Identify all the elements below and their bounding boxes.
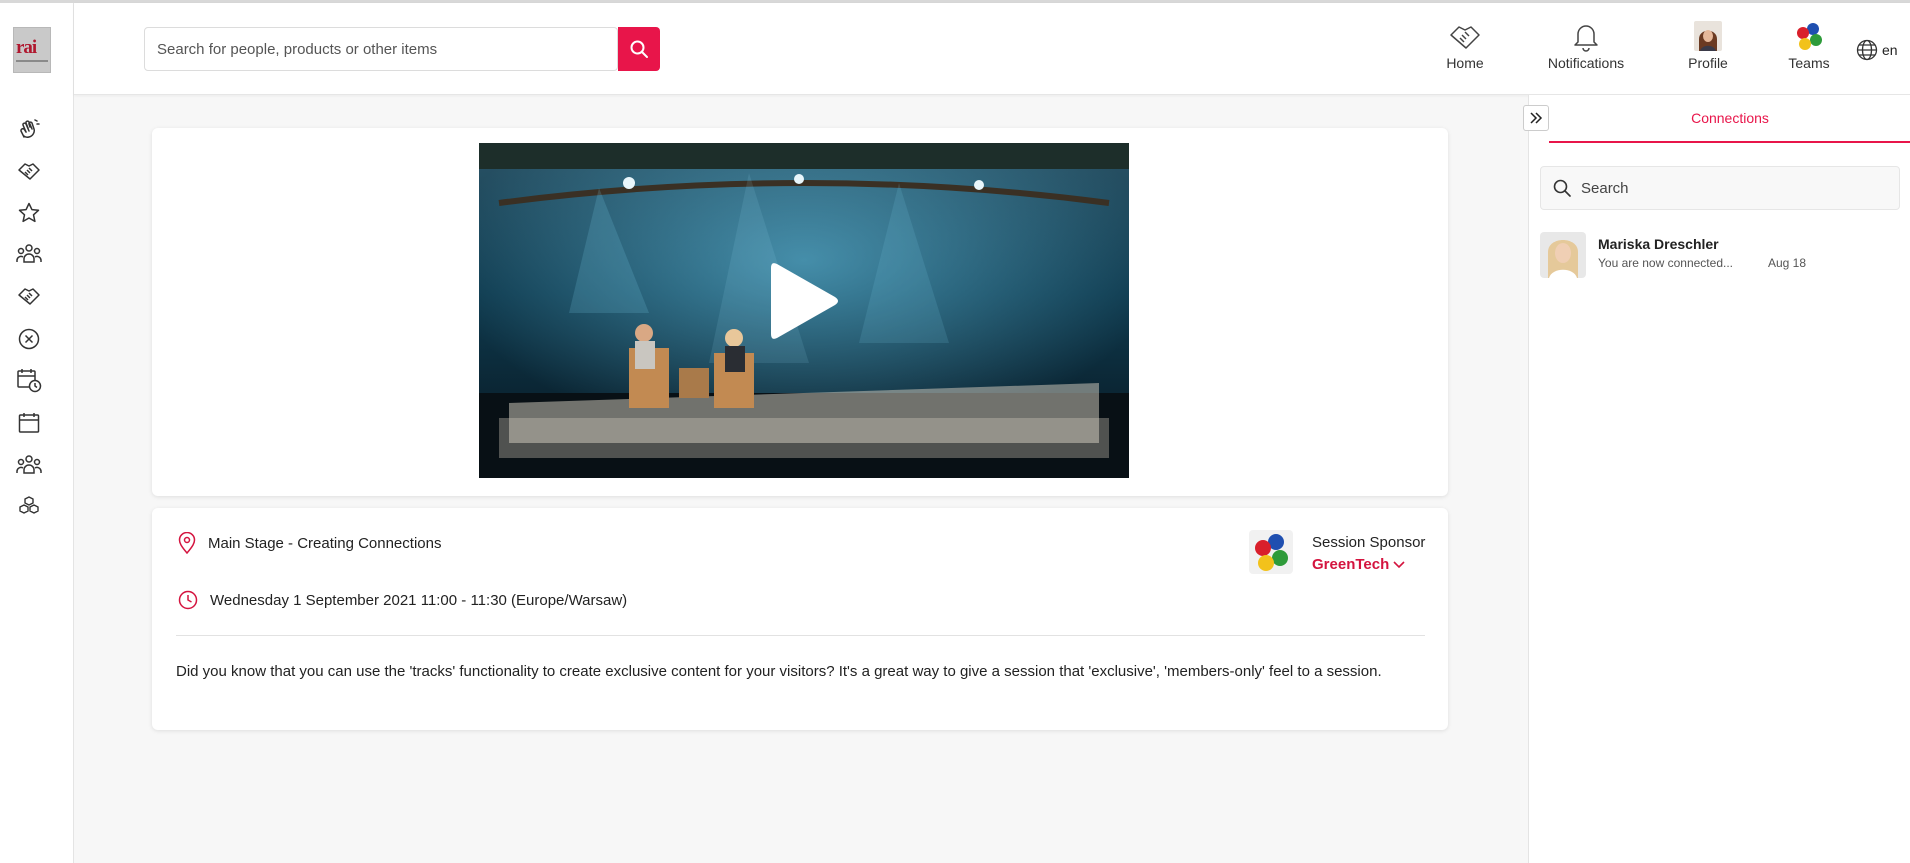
- session-info-card: Main Stage - Creating Connections Wednes…: [152, 508, 1448, 730]
- nav-notifications-label: Notifications: [1547, 55, 1625, 71]
- bell-icon: [1571, 19, 1601, 53]
- divider: [176, 635, 1425, 636]
- people-icon[interactable]: [16, 241, 42, 267]
- connections-search-box: [1540, 166, 1900, 210]
- avatar: [1694, 19, 1722, 53]
- top-header: Home Notifications Profile: [74, 3, 1910, 95]
- app-logo[interactable]: rai: [13, 27, 51, 73]
- tab-connections[interactable]: Connections: [1549, 95, 1910, 143]
- handshake-icon[interactable]: [16, 158, 42, 184]
- connection-date: Aug 18: [1768, 256, 1807, 270]
- session-description: Did you know that you can use the 'track…: [176, 663, 1382, 680]
- double-chevron-right-icon: [1530, 112, 1543, 124]
- datetime-text: Wednesday 1 September 2021 11:00 - 11:30…: [210, 591, 628, 609]
- nav-teams-label: Teams: [1788, 55, 1830, 71]
- collapse-panel-button[interactable]: [1523, 105, 1549, 131]
- handshake-icon[interactable]: [16, 283, 42, 309]
- nav-home[interactable]: Home: [1439, 19, 1491, 79]
- search-button[interactable]: [618, 27, 660, 71]
- sponsor-logo[interactable]: [1249, 530, 1293, 574]
- nav-profile[interactable]: Profile: [1683, 19, 1733, 79]
- handshake-icon: [1448, 19, 1482, 53]
- logo-text: rai: [16, 37, 37, 58]
- hand-wave-icon[interactable]: [16, 116, 42, 142]
- global-search-input[interactable]: [145, 40, 617, 58]
- nav-profile-label: Profile: [1688, 55, 1728, 71]
- search-icon: [630, 40, 648, 58]
- session-location: Main Stage - Creating Connections: [178, 532, 441, 554]
- nav-teams[interactable]: Teams: [1784, 19, 1834, 79]
- connection-message: You are now connected...: [1598, 256, 1733, 270]
- cancel-icon[interactable]: [16, 326, 42, 352]
- sponsor-name-link[interactable]: GreenTech: [1312, 556, 1405, 573]
- location-text: Main Stage - Creating Connections: [208, 534, 442, 552]
- cubes-icon[interactable]: [16, 494, 42, 520]
- session-video[interactable]: [479, 143, 1129, 478]
- sponsor-name: GreenTech: [1312, 556, 1390, 573]
- play-icon[interactable]: [767, 258, 841, 344]
- chevron-down-icon: [1393, 560, 1405, 568]
- connections-search-input[interactable]: [1579, 178, 1873, 198]
- connection-item[interactable]: Mariska Dreschler You are now connected.…: [1540, 232, 1900, 280]
- team-logo-icon: [1794, 19, 1824, 53]
- people-icon[interactable]: [16, 452, 42, 478]
- global-search-box: [144, 27, 618, 71]
- video-card: [152, 128, 1448, 496]
- location-pin-icon: [178, 532, 196, 554]
- globe-icon: [1856, 39, 1878, 61]
- avatar: [1540, 232, 1586, 278]
- search-icon: [1553, 179, 1571, 197]
- connections-panel: Connections Mariska Dreschler You are no…: [1523, 95, 1910, 863]
- language-label: en: [1882, 42, 1898, 58]
- star-icon[interactable]: [16, 200, 42, 226]
- nav-home-label: Home: [1446, 55, 1484, 71]
- sponsor-label: Session Sponsor: [1312, 534, 1426, 551]
- nav-notifications[interactable]: Notifications: [1541, 19, 1631, 79]
- language-selector[interactable]: en: [1856, 39, 1898, 61]
- session-datetime: Wednesday 1 September 2021 11:00 - 11:30…: [178, 590, 627, 610]
- calendar-clock-icon[interactable]: [16, 367, 42, 393]
- calendar-icon[interactable]: [16, 410, 42, 436]
- sidebar: rai: [0, 3, 74, 863]
- connection-name: Mariska Dreschler: [1598, 236, 1719, 252]
- clock-icon: [178, 590, 198, 610]
